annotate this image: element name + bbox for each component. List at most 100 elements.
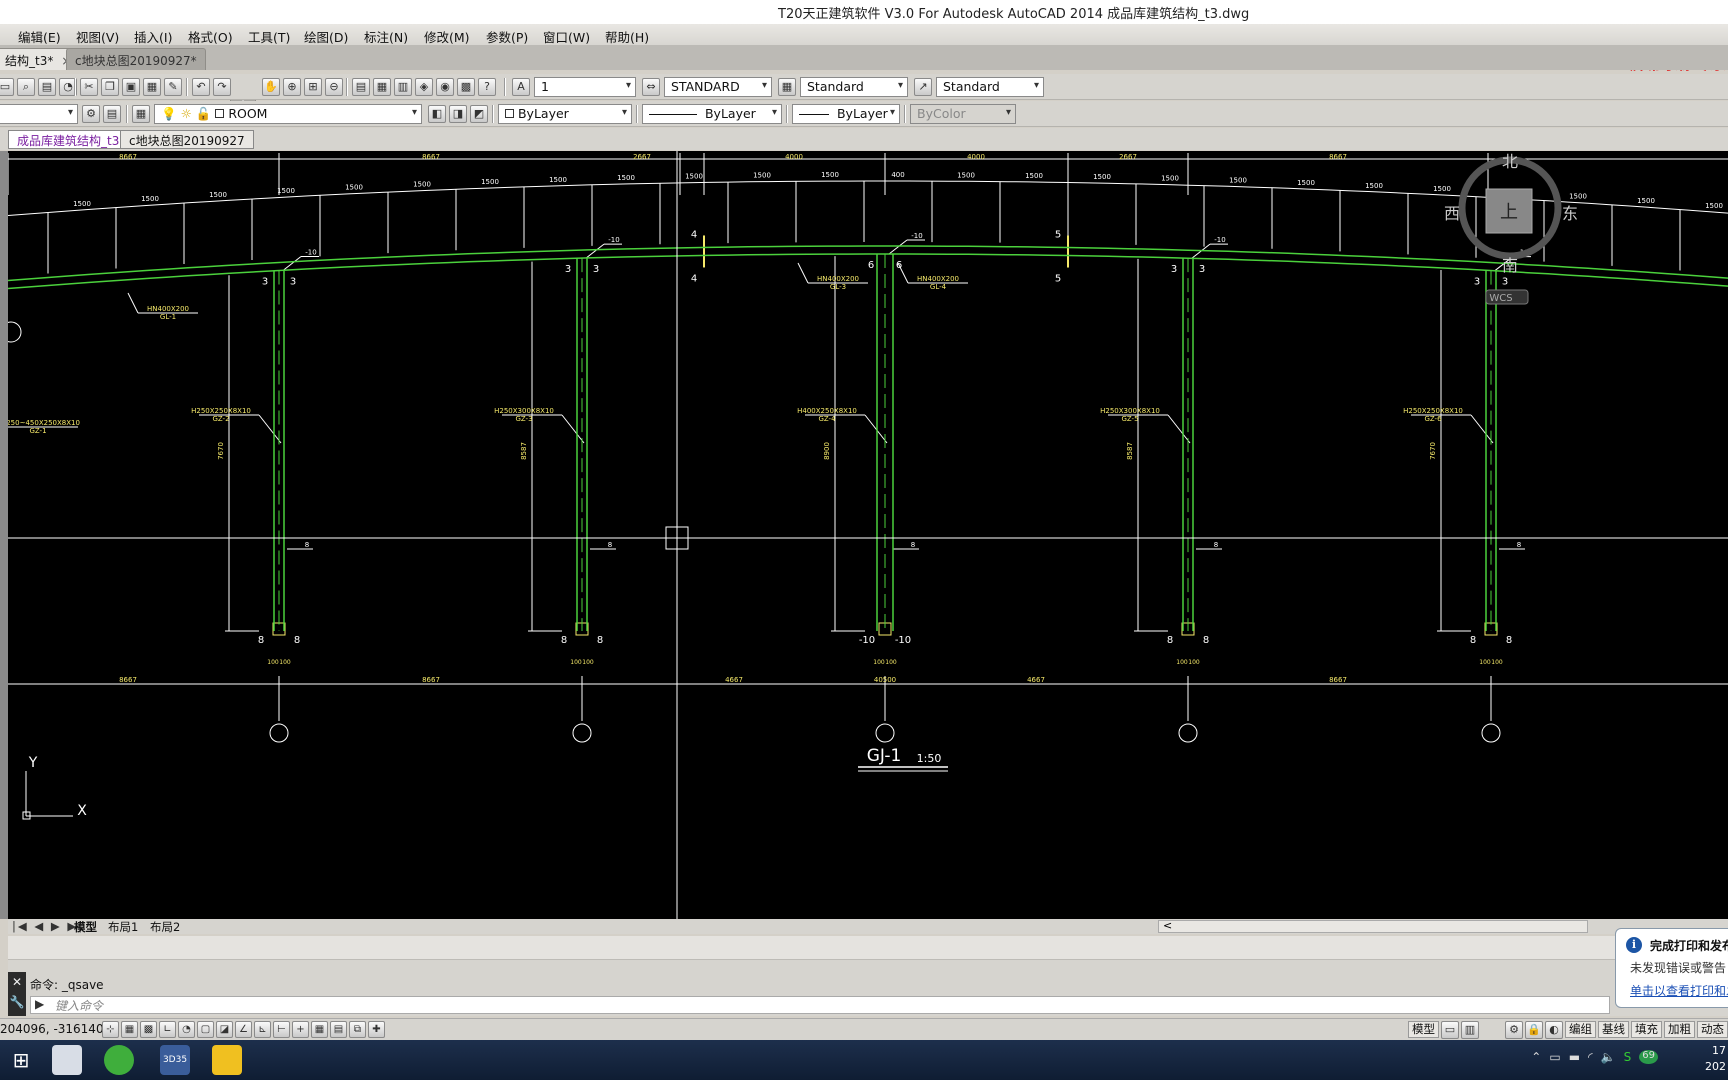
close-icon[interactable]: ✕ [8,972,26,992]
layer-states-icon[interactable]: ▦ [132,105,150,123]
sc-icon[interactable]: ⧉ [349,1021,366,1038]
table-style-icon[interactable]: ▦ [778,78,796,96]
cut-icon[interactable]: ✂ [80,78,98,96]
workspace-select[interactable]: ▾ [0,104,78,124]
markup-icon[interactable]: ◉ [436,78,454,96]
notification-link[interactable]: 单击以查看打印和发布详细信息 [1630,982,1728,999]
quick-view-icon[interactable]: ▥ [1461,1021,1479,1039]
menu-edit[interactable]: 编辑(E) [18,27,61,46]
menu-parameter[interactable]: 参数(P) [486,27,528,46]
mleader-style-icon[interactable]: ↗ [914,78,932,96]
paste-block-icon[interactable]: ▦ [143,78,161,96]
plot-icon[interactable]: ▤ [38,78,56,96]
tray-volume-icon[interactable]: 🔈 [1601,1050,1616,1064]
recorder-app-icon[interactable]: 3D35 [160,1045,190,1075]
mleader-style-select[interactable]: Standard ▾ [936,77,1044,97]
layer-select[interactable]: 💡 ☼ 🔓 ROOM ▾ [154,104,422,124]
make-current-icon[interactable]: ◧ [428,105,446,123]
tool-palettes-icon[interactable]: ▥ [394,78,412,96]
text-style-select[interactable]: 1 ▾ [534,77,636,97]
tray-antivirus-icon[interactable]: S [1624,1050,1632,1064]
tab-layout1[interactable]: 布局1 [104,919,142,935]
doc-tab-inactive[interactable]: c地块总图20190927 [120,130,254,149]
qp-icon[interactable]: ▤ [330,1021,347,1038]
menu-draw[interactable]: 绘图(D) [304,27,348,46]
table-style-select[interactable]: Standard ▾ [800,77,908,97]
dim-style-icon[interactable]: ⇔ [642,78,660,96]
menu-insert[interactable]: 插入(I) [134,27,172,46]
snap-mode-icon[interactable]: ▦ [121,1021,138,1038]
menu-help[interactable]: 帮助(H) [605,27,649,46]
layout-icon[interactable]: ▭ [1441,1021,1459,1039]
horizontal-scrollbar[interactable]: < [1158,919,1588,933]
otrack-icon[interactable]: ∠ [235,1021,252,1038]
match-properties-icon[interactable]: ✎ [164,78,182,96]
drawing-svg[interactable]: 8667 8667 2667 4000 4000 2667 8667 1500 1500 1500… [8,151,1728,919]
menu-modify[interactable]: 修改(M) [424,27,470,46]
linetype-select[interactable]: ByLayer ▾ [642,104,782,124]
zoom-previous-icon[interactable]: ⊖ [325,78,343,96]
ortho-icon[interactable]: ∟ [159,1021,176,1038]
tray-battery-icon[interactable]: ▬ [1569,1050,1580,1064]
menu-format[interactable]: 格式(O) [188,27,233,46]
menu-view[interactable]: 视图(V) [76,27,119,46]
tray-network-icon[interactable]: ▭ [1549,1050,1560,1064]
properties-icon[interactable]: ▤ [352,78,370,96]
tray-wifi-icon[interactable]: ◜ [1588,1050,1593,1064]
sheet-set-icon[interactable]: ◈ [415,78,433,96]
zoom-realtime-icon[interactable]: ⊕ [283,78,301,96]
dim-style-select[interactable]: STANDARD ▾ [664,77,772,97]
text-style-icon[interactable]: A [512,78,530,96]
am-icon[interactable]: ✚ [368,1021,385,1038]
browser-icon[interactable] [104,1045,134,1075]
redo-icon[interactable]: ↷ [213,78,231,96]
plot-notification-balloon[interactable]: i 完成打印和发布 未发现错误或警告 单击以查看打印和发布详细信息 [1615,928,1728,1008]
lwt-icon[interactable]: + [292,1021,309,1038]
design-center-icon[interactable]: ▦ [373,78,391,96]
help-icon[interactable]: ? [478,78,496,96]
command-input[interactable]: ▶ 键入命令 [30,996,1610,1014]
find-icon[interactable]: ⌕ [17,78,35,96]
tray-chevron-icon[interactable]: ⌃ [1531,1050,1541,1064]
status-fill[interactable]: 填充 [1631,1021,1662,1038]
clean-screen-icon[interactable]: ◐ [1545,1021,1563,1039]
gear-icon[interactable]: ⚙ [82,105,100,123]
copy-icon[interactable]: ❐ [101,78,119,96]
menu-tools[interactable]: 工具(T) [248,27,290,46]
drawing-area[interactable]: 8667 8667 2667 4000 4000 2667 8667 1500 1500 1500… [8,151,1728,919]
viewcube[interactable]: 上 北 南 西 东 WCS [1444,152,1578,305]
doc-tab-active[interactable]: 成品库建筑结构_t3 [8,130,129,149]
workspace-gear-icon[interactable]: ⚙ [1505,1021,1523,1039]
scroll-left-arrow[interactable]: < [1163,919,1172,932]
grid-icon[interactable]: ▩ [140,1021,157,1038]
osnap-icon[interactable]: ▢ [197,1021,214,1038]
color-select[interactable]: ByLayer ▾ [498,104,632,124]
file-tab-inactive[interactable]: c地块总图20190927* [66,48,206,70]
app-fan-icon[interactable] [52,1045,82,1075]
undo-icon[interactable]: ↶ [192,78,210,96]
layer-manager-icon[interactable]: ▤ [103,105,121,123]
status-group[interactable]: 编组 [1565,1021,1596,1038]
notes-app-icon[interactable] [212,1045,242,1075]
task-view-icon[interactable]: ⊞ [6,1045,36,1075]
menu-window[interactable]: 窗口(W) [543,27,590,46]
snap-icon[interactable]: ⊹ [102,1021,119,1038]
toolbar-lock-icon[interactable]: 🔒 [1525,1021,1543,1039]
zoom-window-icon[interactable]: ⊞ [304,78,322,96]
tpy-icon[interactable]: ▦ [311,1021,328,1038]
3d-osnap-icon[interactable]: ◪ [216,1021,233,1038]
layer-previous-icon[interactable]: ◨ [449,105,467,123]
wrench-icon[interactable]: 🔧 [8,992,26,1012]
model-space-button[interactable]: 模型 [1408,1021,1439,1038]
calculator-icon[interactable]: ▩ [457,78,475,96]
ducs-icon[interactable]: ⊾ [254,1021,271,1038]
polar-icon[interactable]: ◔ [178,1021,195,1038]
status-bold[interactable]: 加粗 [1664,1021,1695,1038]
tab-layout2[interactable]: 布局2 [146,919,184,935]
pan-icon[interactable]: ✋ [262,78,280,96]
dyn-icon[interactable]: ⊢ [273,1021,290,1038]
tab-model[interactable]: 模型 [70,919,101,935]
print-preview-icon[interactable]: ▭ [0,78,14,96]
status-baseline[interactable]: 基线 [1598,1021,1629,1038]
layer-isolate-icon[interactable]: ◩ [470,105,488,123]
